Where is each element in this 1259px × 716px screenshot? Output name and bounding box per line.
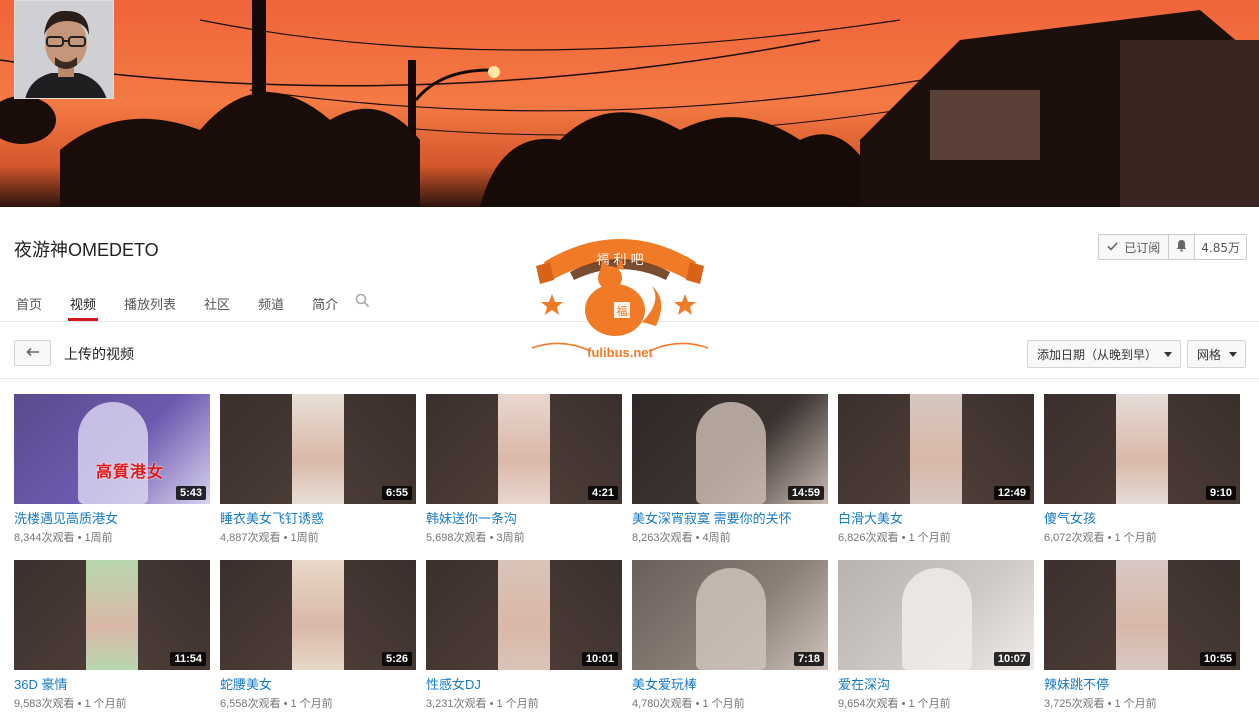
caret-down-icon bbox=[1229, 352, 1237, 357]
tab-channels[interactable]: 频道 bbox=[256, 291, 286, 321]
video-title-link[interactable]: 辣妹跳不停 bbox=[1044, 674, 1240, 693]
video-card: 10:07 爱在深沟 9,654次观看 • 1 个月前 bbox=[838, 560, 1034, 711]
star-icon bbox=[674, 294, 696, 315]
channel-avatar[interactable] bbox=[14, 0, 114, 99]
video-thumbnail[interactable]: 7:18 bbox=[632, 560, 828, 670]
video-title-link[interactable]: 美女深宵寂寞 需要你的关怀 bbox=[632, 508, 828, 527]
video-thumbnail[interactable]: 5:26 bbox=[220, 560, 416, 670]
tab-community[interactable]: 社区 bbox=[202, 291, 232, 321]
video-title-link[interactable]: 傻气女孩 bbox=[1044, 508, 1240, 527]
video-card: 4:21 韩妹送你一条沟 5,698次观看 • 3周前 bbox=[426, 394, 622, 545]
bell-icon bbox=[1175, 239, 1188, 255]
subscriber-count: 4.85万 bbox=[1195, 235, 1246, 259]
subscribe-control: 已订阅 4.85万 bbox=[1098, 234, 1247, 260]
video-thumbnail[interactable]: 14:59 bbox=[632, 394, 828, 504]
video-title-link[interactable]: 白滑大美女 bbox=[838, 508, 1034, 527]
video-meta: 6,072次观看 • 1 个月前 bbox=[1044, 532, 1157, 544]
video-card: 11:54 36D 豪情 9,583次观看 • 1 个月前 bbox=[14, 560, 210, 711]
tab-playlists[interactable]: 播放列表 bbox=[122, 291, 178, 321]
video-thumbnail[interactable]: 9:10 bbox=[1044, 394, 1240, 504]
view-dropdown[interactable]: 网格 bbox=[1187, 340, 1246, 368]
tab-home[interactable]: 首页 bbox=[14, 291, 44, 321]
video-thumbnail[interactable]: 11:54 bbox=[14, 560, 210, 670]
video-meta: 4,780次观看 • 1 个月前 bbox=[632, 698, 745, 710]
channel-banner bbox=[0, 0, 1259, 207]
video-title-link[interactable]: 爱在深沟 bbox=[838, 674, 1034, 693]
video-title-link[interactable]: 蛇腰美女 bbox=[220, 674, 416, 693]
video-thumbnail[interactable]: 10:07 bbox=[838, 560, 1034, 670]
video-duration: 9:10 bbox=[1205, 486, 1236, 500]
video-meta: 5,698次观看 • 3周前 bbox=[426, 532, 525, 544]
notification-bell-button[interactable] bbox=[1169, 235, 1196, 259]
video-title-link[interactable]: 洗楼遇见高质港女 bbox=[14, 508, 210, 527]
channel-name: 夜游神OMEDETO bbox=[14, 240, 159, 260]
video-meta: 8,344次观看 • 1周前 bbox=[14, 532, 113, 544]
video-card: 12:49 白滑大美女 6,826次观看 • 1 个月前 bbox=[838, 394, 1034, 545]
arrow-back-icon bbox=[25, 345, 40, 361]
video-duration: 7:18 bbox=[793, 652, 824, 666]
video-duration: 10:07 bbox=[993, 652, 1030, 666]
video-thumbnail[interactable]: 高質港女 5:43 bbox=[14, 394, 210, 504]
video-title-link[interactable]: 36D 豪情 bbox=[14, 674, 210, 693]
video-meta: 3,231次观看 • 1 个月前 bbox=[426, 698, 539, 710]
video-card: 10:01 性感女DJ 3,231次观看 • 1 个月前 bbox=[426, 560, 622, 711]
video-duration: 11:54 bbox=[170, 652, 206, 666]
watermark-logo: 福 利 吧 福 fulibus.net bbox=[530, 222, 710, 367]
video-thumbnail[interactable]: 4:21 bbox=[426, 394, 622, 504]
channel-tabs: 首页 视频 播放列表 社区 频道 简介 bbox=[14, 291, 370, 321]
video-card: 5:26 蛇腰美女 6,558次观看 • 1 个月前 bbox=[220, 560, 416, 711]
video-card: 7:18 美女爱玩棒 4,780次观看 • 1 个月前 bbox=[632, 560, 828, 711]
video-meta: 9,583次观看 • 1 个月前 bbox=[14, 698, 127, 710]
video-card: 9:10 傻气女孩 6,072次观看 • 1 个月前 bbox=[1044, 394, 1240, 545]
video-meta: 6,826次观看 • 1 个月前 bbox=[838, 532, 951, 544]
video-title-link[interactable]: 性感女DJ bbox=[426, 674, 622, 693]
check-icon bbox=[1107, 240, 1118, 254]
video-card: 10:55 辣妹跳不停 3,725次观看 • 1 个月前 bbox=[1044, 560, 1240, 711]
back-button[interactable] bbox=[14, 340, 51, 366]
video-title-link[interactable]: 睡衣美女飞钉诱惑 bbox=[220, 508, 416, 527]
video-meta: 8,263次观看 • 4周前 bbox=[632, 532, 731, 544]
search-icon bbox=[355, 293, 370, 312]
video-thumbnail[interactable]: 10:01 bbox=[426, 560, 622, 670]
video-thumbnail[interactable]: 12:49 bbox=[838, 394, 1034, 504]
tab-about[interactable]: 简介 bbox=[310, 291, 340, 321]
subscribed-label: 已订阅 bbox=[1124, 240, 1161, 255]
video-meta: 3,725次观看 • 1 个月前 bbox=[1044, 698, 1157, 710]
sort-label: 添加日期（从晚到早） bbox=[1037, 347, 1158, 362]
video-thumbnail[interactable]: 10:55 bbox=[1044, 560, 1240, 670]
video-duration: 5:26 bbox=[381, 652, 412, 666]
caret-down-icon bbox=[1164, 352, 1172, 357]
channel-search-button[interactable] bbox=[355, 293, 370, 312]
watermark-badge-char: 福 bbox=[617, 304, 628, 318]
video-duration: 12:49 bbox=[993, 486, 1030, 500]
star-icon bbox=[541, 294, 563, 315]
video-title-link[interactable]: 美女爱玩棒 bbox=[632, 674, 828, 693]
video-title-link[interactable]: 韩妹送你一条沟 bbox=[426, 508, 622, 527]
video-meta: 4,887次观看 • 1周前 bbox=[220, 532, 319, 544]
video-duration: 14:59 bbox=[787, 486, 824, 500]
video-duration: 5:43 bbox=[175, 486, 206, 500]
tab-videos[interactable]: 视频 bbox=[68, 291, 99, 321]
video-card: 6:55 睡衣美女飞钉诱惑 4,887次观看 • 1周前 bbox=[220, 394, 416, 545]
video-duration: 10:55 bbox=[1199, 652, 1236, 666]
banner-image bbox=[0, 0, 1259, 207]
video-duration: 10:01 bbox=[581, 652, 618, 666]
video-card: 高質港女 5:43 洗楼遇见高质港女 8,344次观看 • 1周前 bbox=[14, 394, 210, 545]
video-duration: 6:55 bbox=[381, 486, 412, 500]
video-card: 14:59 美女深宵寂寞 需要你的关怀 8,263次观看 • 4周前 bbox=[632, 394, 828, 545]
video-duration: 4:21 bbox=[587, 486, 618, 500]
subscribed-button[interactable]: 已订阅 bbox=[1099, 235, 1170, 259]
video-thumbnail[interactable]: 6:55 bbox=[220, 394, 416, 504]
watermark-site: fulibus.net bbox=[587, 345, 653, 360]
video-meta: 6,558次观看 • 1 个月前 bbox=[220, 698, 333, 710]
view-label: 网格 bbox=[1197, 347, 1222, 362]
sort-dropdown[interactable]: 添加日期（从晚到早） bbox=[1027, 340, 1181, 368]
section-title: 上传的视频 bbox=[64, 346, 134, 362]
thumbnail-overlay-text: 高質港女 bbox=[96, 462, 165, 481]
video-meta: 9,654次观看 • 1 个月前 bbox=[838, 698, 951, 710]
